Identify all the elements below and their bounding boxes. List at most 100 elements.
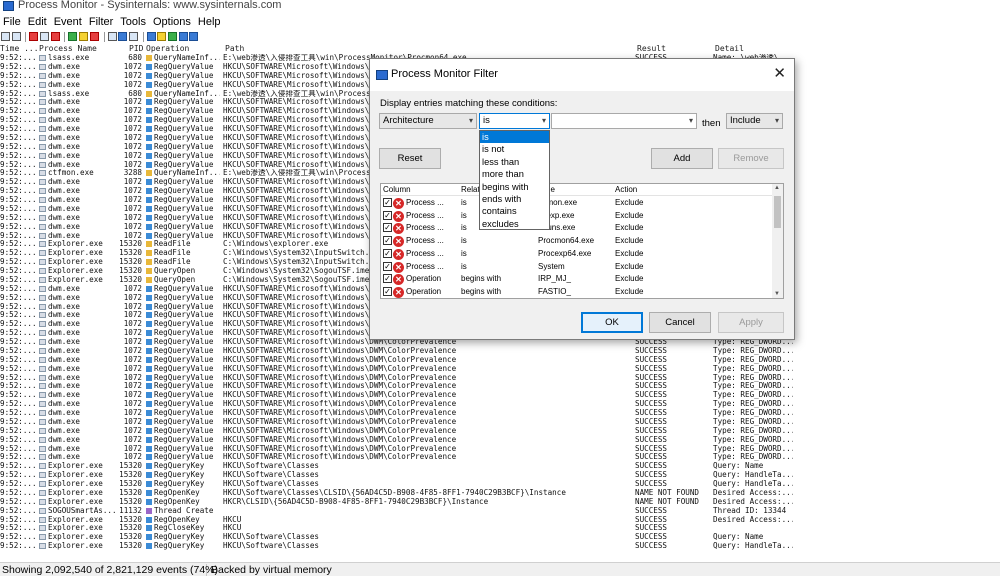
close-icon[interactable]: ✕ xyxy=(773,65,786,83)
relation-option[interactable]: is xyxy=(480,131,549,144)
filter-checkbox[interactable]: ✓ xyxy=(383,248,392,258)
column-header-pid[interactable]: PID xyxy=(129,44,143,53)
event-row[interactable]: 9:52:... dwm.exe 1072 RegQueryValue HKCU\SOF… xyxy=(0,391,1000,400)
filter-row[interactable]: ✓ ✕ Process ... is System Exclude xyxy=(381,261,773,274)
event-time: 9:52:... xyxy=(0,338,37,346)
event-process: dwm.exe xyxy=(39,232,125,241)
relation-option[interactable]: contains xyxy=(480,205,549,217)
filter-checkbox[interactable]: ✓ xyxy=(383,198,392,207)
find-icon[interactable] xyxy=(118,32,128,41)
column-select[interactable]: Architecture ▾ xyxy=(379,113,477,129)
relation-option[interactable]: less than xyxy=(480,156,549,168)
filesystem-icon[interactable] xyxy=(157,32,167,41)
filter-row[interactable]: ✓ ✕ Process ... is toruns.exe Exclude xyxy=(381,222,773,235)
apply-button[interactable]: Apply xyxy=(718,312,784,333)
process-activity-icon[interactable] xyxy=(178,32,188,41)
menu-edit[interactable]: Edit xyxy=(25,16,51,28)
event-row[interactable]: 9:52:... dwm.exe 1072 RegQueryValue HKCU\SOF… xyxy=(0,409,1000,418)
scroll-thumb[interactable] xyxy=(774,196,781,228)
event-row[interactable]: 9:52:... Explorer.exe 15320 RegQueryKey HKCU… xyxy=(0,533,1000,542)
relation-option[interactable]: excludes xyxy=(480,218,549,230)
relation-option[interactable]: ends with xyxy=(480,193,549,205)
event-row[interactable]: 9:52:... Explorer.exe 15320 RegQueryKey HKCU… xyxy=(0,471,1000,480)
event-row[interactable]: 9:52:... Explorer.exe 15320 RegOpenKey HKCU S… xyxy=(0,516,1000,525)
filter-list-scrollbar[interactable]: ▲ ▼ xyxy=(772,184,783,298)
highlight-icon[interactable] xyxy=(79,32,89,41)
event-row[interactable]: 9:52:... dwm.exe 1072 RegQueryValue HKCU\SOF… xyxy=(0,453,1000,462)
filter-header-relation[interactable]: Relat xyxy=(461,185,480,194)
event-row[interactable]: 9:52:... Explorer.exe 15320 RegQueryKey HKCU… xyxy=(0,542,1000,551)
event-row[interactable]: 9:52:... dwm.exe 1072 RegQueryValue HKCU\SOF… xyxy=(0,436,1000,445)
jump-icon[interactable] xyxy=(128,32,138,41)
filter-row[interactable]: ✓ ✕ Process ... is Procexp64.exe Exclude xyxy=(381,248,773,261)
menu-help[interactable]: Help xyxy=(195,16,225,28)
network-icon[interactable] xyxy=(167,32,177,41)
event-row[interactable]: 9:52:... dwm.exe 1072 RegQueryValue HKCU\SOF… xyxy=(0,427,1000,436)
capture-icon[interactable] xyxy=(29,32,39,41)
clear-icon[interactable] xyxy=(50,32,60,41)
event-row[interactable]: 9:52:... dwm.exe 1072 RegQueryValue HKCU\SOF… xyxy=(0,374,1000,383)
event-row[interactable]: 9:52:... SOGOUSmartAs... 11132 Thread Creat… xyxy=(0,507,1000,516)
filter-row[interactable]: ✓ ✕ Process ... is ocexp.exe Exclude xyxy=(381,210,773,223)
event-row[interactable]: 9:52:... dwm.exe 1072 RegQueryValue HKCU\SOF… xyxy=(0,382,1000,391)
filter-row[interactable]: ✓ ✕ Operation begins with IRP_MJ_ Exclude xyxy=(381,273,773,286)
column-header-result[interactable]: Result xyxy=(637,44,666,53)
value-input[interactable]: ▾ xyxy=(551,113,697,129)
event-row[interactable]: 9:52:... dwm.exe 1072 RegQueryValue HKCU\SOF… xyxy=(0,418,1000,427)
filter-checkbox[interactable]: ✓ xyxy=(383,274,392,284)
filter-icon[interactable] xyxy=(68,32,78,41)
scroll-down-icon[interactable]: ▼ xyxy=(774,291,780,297)
event-row[interactable]: 9:52:... Explorer.exe 15320 RegQueryKey HKCU… xyxy=(0,480,1000,489)
save-icon[interactable] xyxy=(11,32,21,41)
cancel-button[interactable]: Cancel xyxy=(649,312,711,333)
filter-checkbox[interactable]: ✓ xyxy=(383,286,392,296)
profiling-icon[interactable] xyxy=(189,32,199,41)
menu-tools[interactable]: Tools xyxy=(117,16,150,28)
column-header-path[interactable]: Path xyxy=(225,44,244,53)
scroll-up-icon[interactable]: ▲ xyxy=(774,185,780,191)
event-row[interactable]: 9:52:... dwm.exe 1072 RegQueryValue HKCU\SOF… xyxy=(0,400,1000,409)
add-button[interactable]: Add xyxy=(651,148,713,169)
event-process: dwm.exe xyxy=(39,152,125,161)
filter-checkbox[interactable]: ✓ xyxy=(383,223,392,233)
menu-filter[interactable]: Filter xyxy=(86,16,117,28)
event-row[interactable]: 9:52:... dwm.exe 1072 RegQueryValue HKCU\SOF… xyxy=(0,365,1000,374)
reset-button[interactable]: Reset xyxy=(379,148,441,169)
filter-checkbox[interactable]: ✓ xyxy=(383,236,392,246)
column-header-detail[interactable]: Detail xyxy=(715,44,744,53)
relation-option[interactable]: is not xyxy=(480,143,549,155)
event-row[interactable]: 9:52:... Explorer.exe 15320 RegOpenKey HKCR\… xyxy=(0,498,1000,507)
event-row[interactable]: 9:52:... dwm.exe 1072 RegQueryValue HKCU\SOF… xyxy=(0,347,1000,356)
relation-select[interactable]: is ▾ xyxy=(479,113,550,129)
event-row[interactable]: 9:52:... Explorer.exe 15320 RegQueryKey HKCU… xyxy=(0,462,1000,471)
process-tree-icon[interactable] xyxy=(107,32,117,41)
autoscroll-icon[interactable] xyxy=(40,32,50,41)
action-select[interactable]: Include ▾ xyxy=(726,113,783,129)
filter-header-column[interactable]: Column xyxy=(383,185,411,194)
relation-option[interactable]: more than xyxy=(480,168,549,180)
event-row[interactable]: 9:52:... dwm.exe 1072 RegQueryValue HKCU\SOF… xyxy=(0,445,1000,454)
open-icon[interactable] xyxy=(1,32,10,41)
filter-header-action[interactable]: Action xyxy=(615,185,637,194)
filter-row[interactable]: ✓ ✕ Process ... is ocmon.exe Exclude xyxy=(381,197,773,210)
filter-row[interactable]: ✓ ✕ Process ... is Procmon64.exe Exclude xyxy=(381,235,773,248)
event-row[interactable]: 9:52:... dwm.exe 1072 RegQueryValue HKCU\SOF… xyxy=(0,356,1000,365)
menu-event[interactable]: Event xyxy=(51,16,86,28)
column-header-process[interactable]: Process Name xyxy=(39,44,97,53)
event-row[interactable]: 9:52:... Explorer.exe 15320 RegOpenKey HKCU\… xyxy=(0,489,1000,498)
menu-options[interactable]: Options xyxy=(150,16,195,28)
ok-button[interactable]: OK xyxy=(581,312,643,333)
remove-button[interactable]: Remove xyxy=(718,148,784,169)
column-header-time[interactable]: Time ... xyxy=(0,44,39,53)
registry-icon[interactable] xyxy=(146,32,156,41)
target-icon[interactable] xyxy=(89,32,99,41)
relation-option[interactable]: begins with xyxy=(480,181,549,193)
filter-checkbox[interactable]: ✓ xyxy=(383,261,392,271)
event-operation: ReadFile xyxy=(146,258,220,267)
event-operation: RegQueryValue xyxy=(146,365,220,374)
event-row[interactable]: 9:52:... Explorer.exe 15320 RegCloseKey HKCU… xyxy=(0,524,1000,533)
menu-file[interactable]: File xyxy=(0,16,25,28)
column-header-operation[interactable]: Operation xyxy=(146,44,189,53)
filter-checkbox[interactable]: ✓ xyxy=(383,210,392,220)
filter-row[interactable]: ✓ ✕ Operation begins with FASTIO_ Exclude xyxy=(381,286,773,298)
